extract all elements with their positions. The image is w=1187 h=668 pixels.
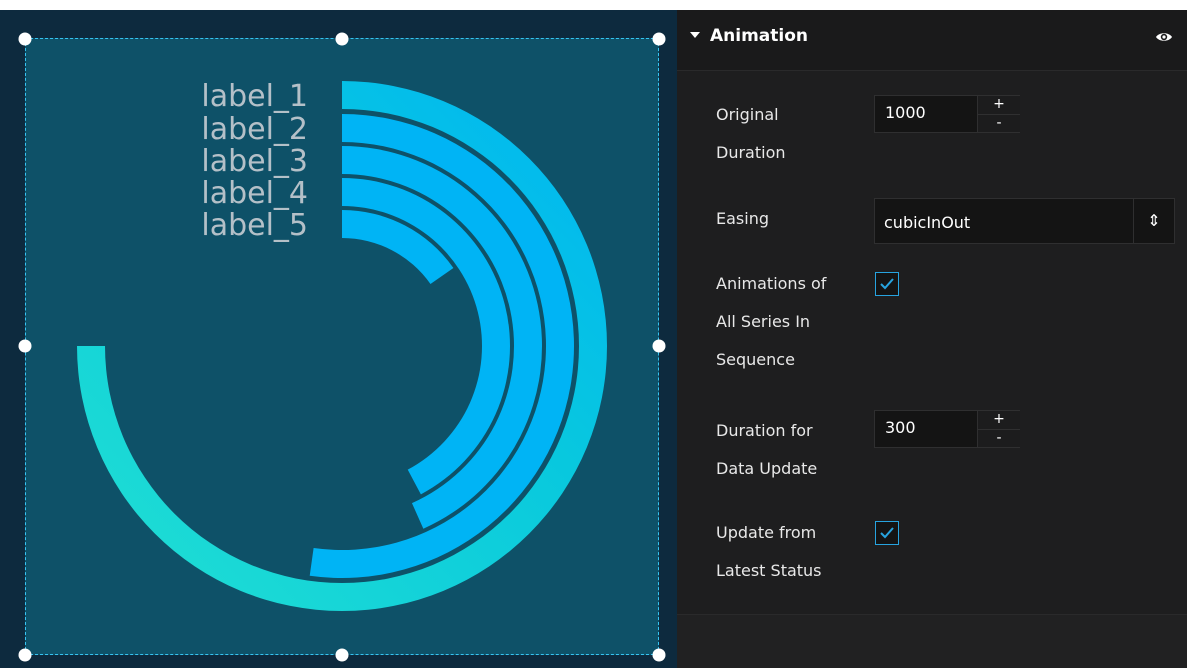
update-duration-stepper[interactable]: 300 + - bbox=[874, 410, 1020, 448]
category-label: label_4 bbox=[201, 176, 308, 211]
eye-icon[interactable] bbox=[1155, 28, 1173, 46]
radial-bar-chart: label_1label_2label_3label_4label_5 bbox=[77, 79, 607, 611]
animation-section-header[interactable]: Animation bbox=[677, 10, 1187, 71]
easing-value: cubicInOut bbox=[884, 213, 971, 232]
increment-button[interactable]: + bbox=[978, 411, 1020, 429]
resize-handle-left[interactable] bbox=[18, 339, 32, 353]
original-duration-label: Original Duration bbox=[716, 105, 786, 162]
panel-top-strip bbox=[677, 0, 1187, 10]
original-duration-value[interactable]: 1000 bbox=[885, 103, 926, 122]
resize-handle-top-right[interactable] bbox=[652, 32, 666, 46]
update-duration-label: Duration for Data Update bbox=[716, 421, 818, 478]
sequence-checkbox[interactable] bbox=[875, 272, 899, 296]
sequence-label: Animations of All Series In Sequence bbox=[716, 274, 827, 369]
category-label: label_3 bbox=[201, 144, 308, 179]
decrement-button[interactable]: - bbox=[978, 114, 1020, 132]
resize-handle-bottom-right[interactable] bbox=[652, 648, 666, 662]
resize-handle-top[interactable] bbox=[335, 32, 349, 46]
easing-select[interactable]: cubicInOut ⇕ bbox=[874, 198, 1175, 244]
stepper-buttons: + - bbox=[977, 411, 1020, 447]
category-label: label_2 bbox=[201, 112, 308, 147]
check-icon bbox=[880, 278, 894, 290]
resize-handle-bottom[interactable] bbox=[335, 648, 349, 662]
panel-footer bbox=[677, 615, 1187, 668]
up-down-arrows-icon[interactable]: ⇕ bbox=[1133, 199, 1174, 243]
decrement-button[interactable]: - bbox=[978, 429, 1020, 447]
stepper-buttons: + - bbox=[977, 96, 1020, 132]
original-duration-stepper[interactable]: 1000 + - bbox=[874, 95, 1020, 133]
easing-label: Easing bbox=[716, 209, 769, 228]
resize-handle-right[interactable] bbox=[652, 339, 666, 353]
category-label: label_5 bbox=[201, 208, 308, 243]
canvas-area: label_1 label_2 label_3 label_4 label_5 bbox=[0, 0, 677, 668]
properties-panel: Animation Original Duration 1000 + - Eas… bbox=[677, 0, 1187, 668]
latest-status-label: Update from Latest Status bbox=[716, 523, 822, 580]
resize-handle-bottom-left[interactable] bbox=[18, 648, 32, 662]
update-duration-value[interactable]: 300 bbox=[885, 418, 916, 437]
resize-handle-top-left[interactable] bbox=[18, 32, 32, 46]
caret-down-icon[interactable] bbox=[690, 32, 700, 38]
category-label: label_1 bbox=[201, 79, 308, 114]
latest-status-checkbox[interactable] bbox=[875, 521, 899, 545]
check-icon bbox=[880, 527, 894, 539]
section-title: Animation bbox=[710, 26, 809, 46]
increment-button[interactable]: + bbox=[978, 96, 1020, 114]
